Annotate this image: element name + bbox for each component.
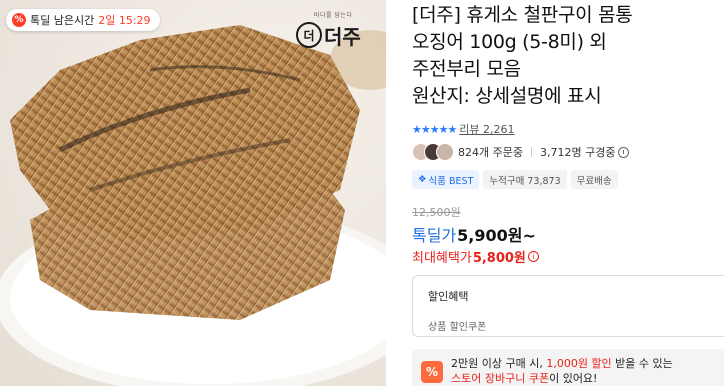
product-image[interactable]: % 톡딜 남은시간 2일 15:29 바다를 담는다 더 더주 bbox=[0, 0, 386, 386]
rating-row[interactable]: ★★★★★ 리뷰 2,261 bbox=[412, 121, 515, 137]
brand-name: 더주 bbox=[324, 25, 361, 49]
original-price: 12,500원 bbox=[412, 206, 461, 219]
promo-text: 2만원 이상 구매 시, bbox=[451, 357, 547, 370]
divider bbox=[530, 147, 532, 157]
food-best-label: 식품 BEST bbox=[428, 175, 474, 187]
product-title-line: 원산지: 상세설명에 표시 bbox=[412, 85, 602, 107]
watching-count: 3,712명 구경중 bbox=[539, 146, 616, 159]
brand-tagline: 바다를 담는다 bbox=[314, 12, 353, 19]
brand-mark-icon: 더 bbox=[296, 22, 322, 48]
cumulative-purchase-badge: 누적구매 73,873 bbox=[483, 170, 567, 189]
promo-text: 이 있어요! bbox=[549, 372, 598, 385]
badge-row: ❖ 식품 BEST 누적구매 73,873 무료배송 bbox=[412, 170, 618, 189]
deal-timer-badge: % 톡딜 남은시간 2일 15:29 bbox=[6, 9, 160, 31]
food-best-badge[interactable]: ❖ 식품 BEST bbox=[412, 170, 480, 189]
squid-photo bbox=[0, 25, 386, 386]
max-benefit-label: 최대혜택가 bbox=[412, 251, 472, 266]
promo-discount: 1,000원 할인 bbox=[546, 357, 612, 370]
max-benefit-value: 5,800원 bbox=[472, 251, 526, 266]
star-rating-icon: ★★★★★ bbox=[412, 122, 457, 136]
discount-benefit-heading: 할인혜택 bbox=[428, 290, 469, 303]
product-coupon-label: 상품 할인쿠폰 bbox=[428, 322, 487, 333]
free-shipping-badge: 무료배송 bbox=[570, 170, 618, 189]
product-title: [더주] 휴게소 철판구이 몸통 오징어 100g (5-8미) 외 주전부리 … bbox=[412, 2, 712, 110]
deal-price-label: 톡딜가 bbox=[412, 226, 457, 245]
brand-logo: 바다를 담는다 더 더주 bbox=[296, 8, 364, 52]
info-icon[interactable]: i bbox=[527, 251, 539, 262]
ribbon-icon: ❖ bbox=[418, 174, 427, 185]
deal-timer-value: 2일 15:29 bbox=[98, 14, 151, 27]
promo-cart-coupon: 스토어 장바구니 쿠폰 bbox=[451, 372, 550, 385]
review-link[interactable]: 리뷰 2,261 bbox=[459, 121, 514, 137]
product-info-panel: [더주] 휴게소 철판구이 몸통 오징어 100g (5-8미) 외 주전부리 … bbox=[412, 0, 724, 386]
buyer-avatars bbox=[412, 143, 454, 161]
avatar bbox=[436, 143, 454, 161]
clock-icon[interactable] bbox=[618, 146, 630, 158]
percent-coupon-icon: % bbox=[421, 361, 443, 383]
percent-badge-icon: % bbox=[12, 13, 26, 27]
product-title-line: 주전부리 모음 bbox=[412, 58, 521, 80]
max-benefit-price[interactable]: 최대혜택가 5,800원 i bbox=[412, 247, 539, 266]
deal-price-value: 5,900원~ bbox=[457, 226, 536, 245]
cart-coupon-banner[interactable]: % 2만원 이상 구매 시, 1,000원 할인 받을 수 있는 스토어 장바구… bbox=[412, 349, 724, 386]
product-title-line: [더주] 휴게소 철판구이 몸통 bbox=[412, 4, 633, 26]
ordering-count: 824개 주문중 bbox=[458, 146, 523, 159]
deal-timer-label: 톡딜 남은시간 bbox=[30, 14, 95, 27]
social-proof-row: 824개 주문중 3,712명 구경중 bbox=[412, 143, 630, 161]
promo-text: 받을 수 있는 bbox=[611, 357, 673, 370]
deal-price: 톡딜가 5,900원~ bbox=[412, 222, 536, 246]
discount-benefit-box[interactable]: 할인혜택 상품 할인쿠폰 bbox=[412, 275, 724, 337]
product-title-line: 오징어 100g (5-8미) 외 bbox=[412, 31, 607, 53]
